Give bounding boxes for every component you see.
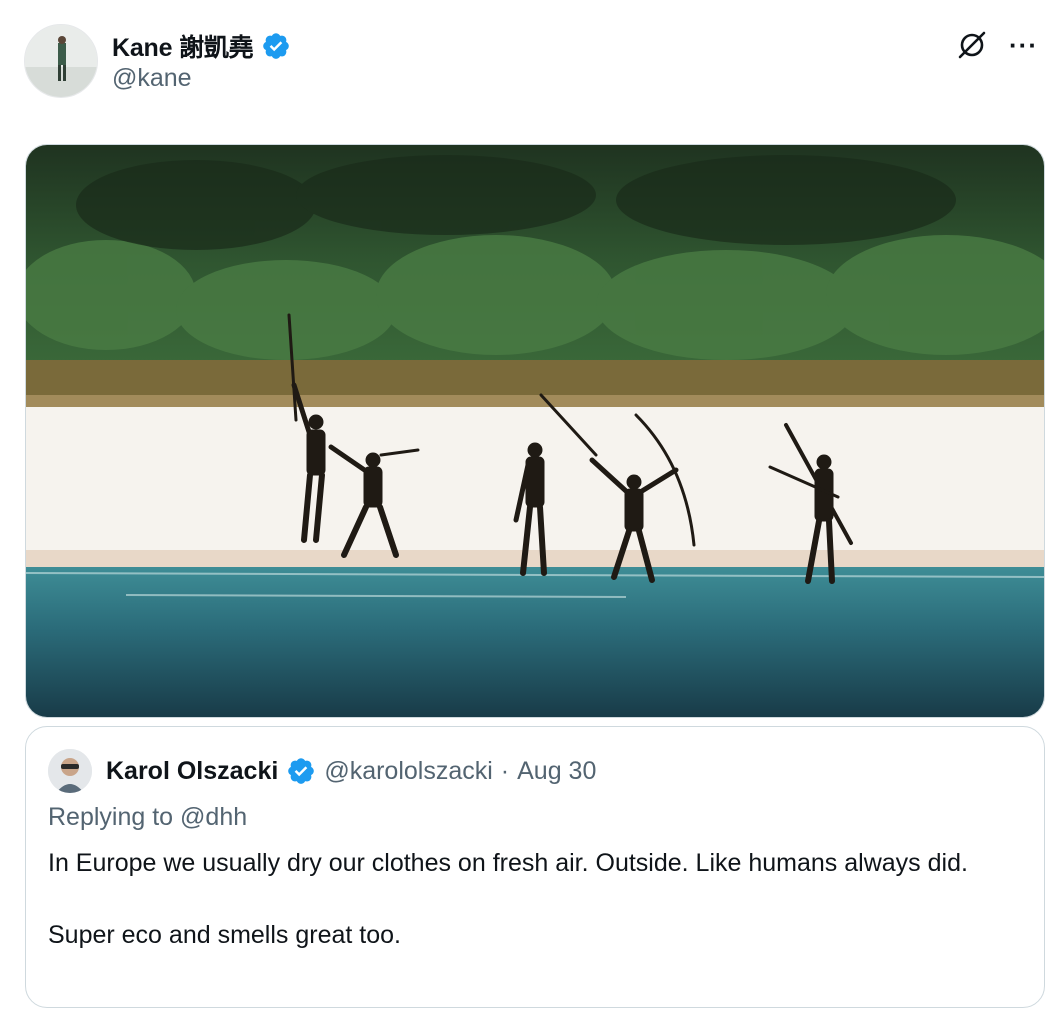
quoted-tweet[interactable]: Karol Olszacki @karololszacki · Aug 30 R… — [25, 726, 1045, 1008]
avatar-photo — [48, 749, 92, 793]
replying-to-mention[interactable]: @dhh — [180, 803, 247, 831]
quoted-author-handle[interactable]: @karololszacki — [324, 757, 492, 786]
more-icon[interactable]: ··· — [1009, 32, 1038, 58]
quoted-tweet-date[interactable]: Aug 30 — [517, 757, 596, 786]
beach-photo — [26, 145, 1044, 717]
avatar-photo — [25, 25, 97, 97]
body-paragraph: In Europe we usually dry our clothes on … — [48, 849, 968, 877]
tweet-media-photo[interactable] — [25, 144, 1045, 718]
tweet-top-actions: ··· — [957, 30, 1038, 60]
author-handle[interactable]: @kane — [112, 64, 192, 93]
quoted-author-name[interactable]: Karol Olszacki — [106, 757, 278, 786]
replying-to-prefix: Replying to — [48, 803, 174, 831]
quoted-author-avatar[interactable] — [48, 749, 92, 793]
tweet-header: Kane 謝凱堯 @kane ··· — [24, 24, 1038, 98]
grok-icon[interactable] — [957, 30, 987, 60]
meta-separator: · — [500, 756, 510, 785]
quoted-tweet-header: Karol Olszacki @karololszacki · Aug 30 — [48, 749, 596, 793]
body-paragraph: Super eco and smells great too. — [48, 921, 401, 949]
author-name-line: Kane 謝凱堯 — [112, 28, 291, 64]
author-display-name[interactable]: Kane 謝凱堯 — [112, 28, 254, 64]
quoted-tweet-body: In Europe we usually dry our clothes on … — [48, 845, 1022, 953]
verified-badge-icon[interactable] — [286, 756, 316, 786]
author-avatar[interactable] — [24, 24, 98, 98]
verified-badge-icon[interactable] — [261, 31, 291, 61]
replying-to: Replying to @dhh — [48, 803, 247, 832]
